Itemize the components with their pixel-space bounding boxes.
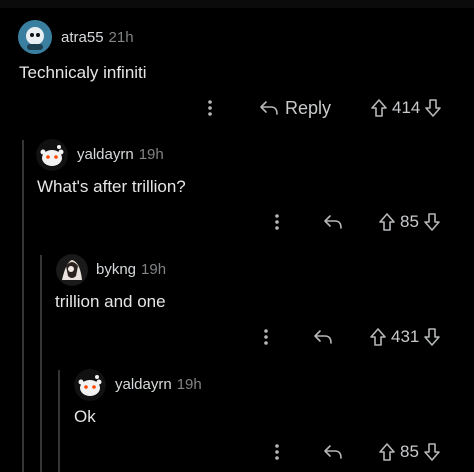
comment-text: Technicaly infiniti: [19, 63, 147, 82]
comment-meta: yaldayrn 19h: [77, 146, 164, 163]
vote-count: 414: [392, 98, 421, 117]
more-options-icon: [275, 214, 279, 230]
more-options-button[interactable]: [260, 325, 272, 349]
thread-line-1[interactable]: [22, 140, 24, 472]
timestamp: 19h: [176, 376, 202, 393]
avatar[interactable]: [74, 369, 106, 401]
vote-controls: 431: [369, 325, 441, 349]
more-options-icon: [264, 329, 268, 345]
downvote-arrow-icon[interactable]: [423, 442, 441, 462]
upvote-arrow-icon[interactable]: [369, 327, 387, 347]
downvote-arrow-icon[interactable]: [424, 98, 442, 118]
reply-button[interactable]: [313, 325, 333, 349]
reply-arrow-icon: [324, 445, 342, 459]
vote-count: 85: [400, 212, 419, 231]
comment-text: trillion and one: [55, 292, 166, 311]
reply-button[interactable]: [323, 440, 343, 464]
downvote-arrow-icon[interactable]: [423, 212, 441, 232]
avatar[interactable]: [18, 20, 52, 54]
username[interactable]: bykng: [96, 261, 136, 278]
more-options-button[interactable]: [204, 96, 216, 120]
more-options-icon: [208, 100, 212, 116]
comment-actions: 431: [0, 325, 474, 349]
reply-arrow-icon: [324, 215, 342, 229]
comment-text: What's after trillion?: [37, 177, 186, 196]
username[interactable]: yaldayrn: [77, 146, 134, 163]
avatar[interactable]: [56, 254, 88, 286]
reply-button[interactable]: [323, 210, 343, 234]
top-bar: [0, 0, 474, 8]
downvote-arrow-icon[interactable]: [423, 327, 441, 347]
reply-button[interactable]: Reply: [259, 96, 331, 120]
timestamp: 19h: [141, 261, 167, 278]
vote-count: 431: [391, 327, 420, 346]
vote-controls: 85: [378, 210, 441, 234]
comment-meta: bykng 19h: [96, 261, 166, 278]
timestamp: 19h: [138, 146, 164, 163]
more-options-button[interactable]: [271, 210, 283, 234]
more-options-icon: [275, 444, 279, 460]
username[interactable]: yaldayrn: [115, 376, 172, 393]
upvote-arrow-icon[interactable]: [370, 98, 388, 118]
reply-arrow-icon: [314, 330, 332, 344]
vote-count: 85: [400, 442, 419, 461]
comment-meta: yaldayrn 19h: [115, 376, 202, 393]
more-options-button[interactable]: [271, 440, 283, 464]
reply-arrow-icon: [260, 101, 278, 115]
vote-controls: 414: [370, 96, 442, 120]
comment-text: Ok: [74, 407, 96, 426]
comment-actions: 85: [0, 440, 474, 464]
upvote-arrow-icon[interactable]: [378, 212, 396, 232]
comment-meta: atra55 21h: [61, 29, 134, 46]
upvote-arrow-icon[interactable]: [378, 442, 396, 462]
username[interactable]: atra55: [61, 29, 104, 46]
avatar[interactable]: [36, 139, 68, 171]
comment-actions: 85: [0, 210, 474, 234]
vote-controls: 85: [378, 440, 441, 464]
timestamp: 21h: [108, 29, 134, 46]
reply-label: Reply: [285, 97, 332, 118]
comment-actions: Reply 414: [0, 96, 474, 120]
